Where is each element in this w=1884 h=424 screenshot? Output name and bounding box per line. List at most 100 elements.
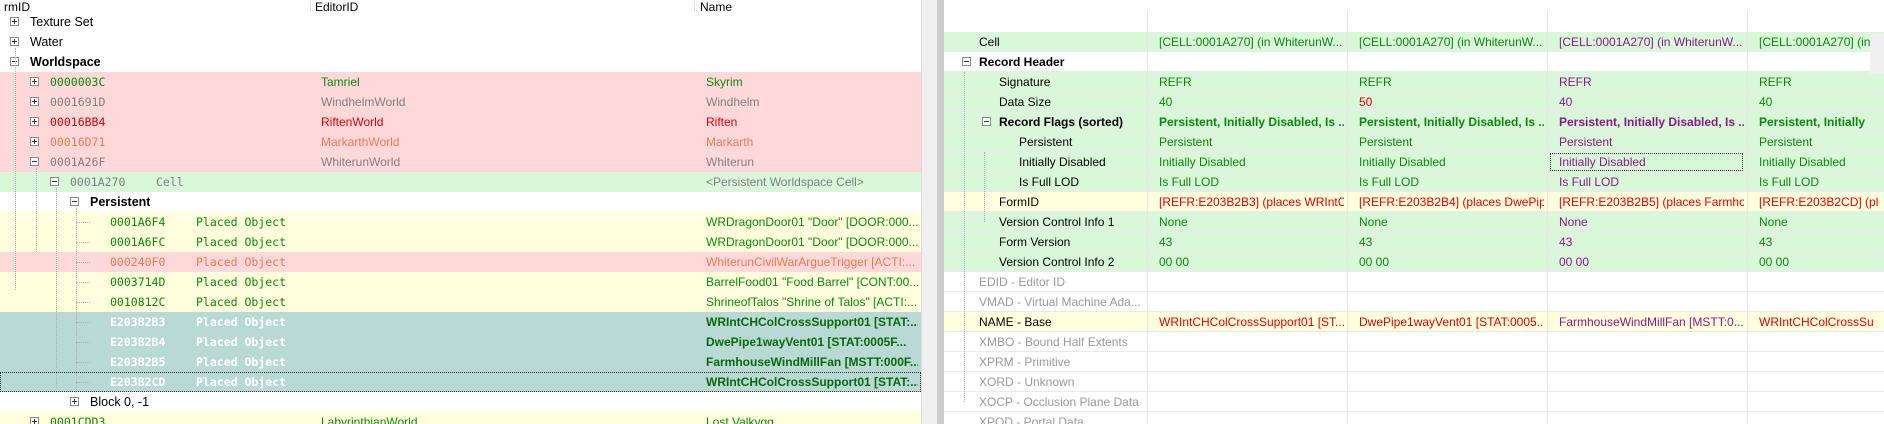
field-value[interactable]: [CELL:0001A270] (in WhiterunW... [1759, 32, 1884, 52]
collapse-icon[interactable] [70, 197, 79, 206]
tree-row[interactable]: 000240F0 Placed Object WhiterunCivilWarArg… [0, 252, 921, 272]
tree-row[interactable]: 00016BB4 RiftenWorld Riften [0, 112, 921, 132]
tree-row[interactable]: 0000003C Tamriel Skyrim [0, 72, 921, 92]
field-value[interactable]: Persistent, Initially Disabled, Is ... [1159, 112, 1344, 132]
tree-row[interactable]: Persistent [0, 192, 921, 212]
record-field-row[interactable]: NAME - Base WRIntCHColCrossSupport01 [ST.… [944, 312, 1884, 332]
expand-icon[interactable] [30, 137, 39, 146]
expand-icon[interactable] [70, 397, 79, 406]
record-field-row[interactable]: XMBO - Bound Half Extents [944, 332, 1884, 352]
tree-row[interactable]: 0001A6FC Placed Object WRDragonDoor01 "Doo… [0, 232, 921, 252]
field-value[interactable]: Persistent, Initially Disabled, Is ... [1359, 112, 1544, 132]
field-value[interactable]: 40 [1159, 92, 1344, 112]
tree-row[interactable]: E203B2B4 Placed Object DwePipe1wayVent01 [… [0, 332, 921, 352]
expand-icon[interactable] [30, 417, 39, 424]
field-value[interactable]: REFR [1759, 72, 1884, 92]
field-value[interactable]: Is Full LOD [1359, 172, 1544, 192]
tree-row[interactable]: 00016D71 MarkarthWorld Markarth [0, 132, 921, 152]
record-field-row[interactable]: Record Flags (sorted) Persistent, Initial… [944, 112, 1884, 132]
tree-row[interactable]: Texture Set [0, 12, 921, 32]
expand-icon[interactable] [10, 37, 19, 46]
record-tree-panel[interactable]: rmID EditorID Name Texture Set Water World… [0, 0, 921, 424]
record-field-row[interactable]: Is Full LOD Is Full LOD Is Full LOD Is Full… [944, 172, 1884, 192]
tree-row[interactable]: Block 0, -1 [0, 392, 921, 412]
field-value[interactable]: [CELL:0001A270] (in WhiterunW... [1359, 32, 1544, 52]
tree-scrollbar[interactable] [937, 0, 944, 424]
field-value[interactable]: None [1359, 212, 1544, 232]
field-value[interactable]: None [1759, 212, 1884, 232]
field-value[interactable]: Persistent [1159, 132, 1344, 152]
expand-icon[interactable] [30, 97, 39, 106]
record-view-panel[interactable]: Cell [CELL:0001A270] (in WhiterunW... [CEL… [944, 0, 1884, 424]
record-field-row[interactable]: Version Control Info 2 00 00 00 00 00 00 00 … [944, 252, 1884, 272]
field-value[interactable]: Persistent, Initially Disabled, Is ... [1559, 112, 1744, 132]
field-value[interactable]: [CELL:0001A270] (in WhiterunW... [1159, 32, 1344, 52]
field-value[interactable]: Is Full LOD [1759, 172, 1884, 192]
field-value[interactable]: 00 00 [1159, 252, 1344, 272]
record-field-row[interactable]: Data Size 40 50 40 40 [944, 92, 1884, 112]
field-value[interactable]: [CELL:0001A270] (in WhiterunW... [1559, 32, 1744, 52]
field-value[interactable]: Initially Disabled [1549, 152, 1744, 172]
record-field-row[interactable]: Persistent Persistent Persistent Persistent… [944, 132, 1884, 152]
tree-row[interactable]: E203B2CD Placed Object WRIntCHColCrossSupp… [0, 372, 921, 392]
field-value[interactable]: Initially Disabled [1159, 152, 1344, 172]
record-field-row[interactable]: Initially Disabled Initially Disabled Init… [944, 152, 1884, 172]
field-value[interactable]: Persistent [1359, 132, 1544, 152]
tree-row[interactable]: 0001A270 Cell <Persistent Worldspace Cell> [0, 172, 921, 192]
tree-row[interactable]: Water [0, 32, 921, 52]
field-value[interactable]: Persistent [1759, 132, 1884, 152]
field-value[interactable]: 50 [1359, 92, 1544, 112]
record-field-row[interactable]: Cell [CELL:0001A270] (in WhiterunW... [CEL… [944, 32, 1884, 52]
field-value[interactable]: Initially Disabled [1759, 152, 1884, 172]
tree-row[interactable]: 0010812C Placed Object ShrineofTalos "Shri… [0, 292, 921, 312]
field-value[interactable]: 00 00 [1759, 252, 1884, 272]
field-value[interactable]: [REFR:E203B2CD] (pl [1759, 192, 1884, 212]
expand-icon[interactable] [30, 77, 39, 86]
field-value[interactable]: 43 [1559, 232, 1744, 252]
field-value[interactable]: Initially Disabled [1359, 152, 1544, 172]
record-field-row[interactable]: XPOD - Portal Data [944, 412, 1884, 424]
tree-row[interactable]: 0001A26F WhiterunWorld Whiterun [0, 152, 921, 172]
field-value[interactable]: Is Full LOD [1159, 172, 1344, 192]
field-value[interactable]: None [1159, 212, 1344, 232]
field-value[interactable]: Is Full LOD [1559, 172, 1744, 192]
record-field-row[interactable]: XOCP - Occlusion Plane Data [944, 392, 1884, 412]
field-value[interactable]: 40 [1559, 92, 1744, 112]
collapse-icon[interactable] [30, 157, 39, 166]
field-value[interactable]: REFR [1159, 72, 1344, 92]
field-value[interactable]: [REFR:E203B2B3] (places WRIntC... [1159, 192, 1344, 212]
tree-row[interactable]: E203B2B3 Placed Object WRIntCHColCrossSupp… [0, 312, 921, 332]
field-value[interactable]: 43 [1359, 232, 1544, 252]
record-field-row[interactable]: FormID [REFR:E203B2B3] (places WRIntC... [… [944, 192, 1884, 212]
collapse-icon[interactable] [50, 177, 59, 186]
field-value[interactable]: 00 00 [1359, 252, 1544, 272]
field-value[interactable]: REFR [1559, 72, 1744, 92]
record-field-row[interactable]: Form Version 43 43 43 43 [944, 232, 1884, 252]
record-field-row[interactable]: VMAD - Virtual Machine Ada... [944, 292, 1884, 312]
record-field-row[interactable]: Version Control Info 1 None None None None [944, 212, 1884, 232]
field-value[interactable]: WRIntCHColCrossSu [1759, 312, 1884, 332]
field-value[interactable]: 43 [1159, 232, 1344, 252]
tree-row[interactable]: 0001CDD3 LabyrinthianWorld Lost Valkygg [0, 412, 921, 424]
field-value[interactable]: WRIntCHColCrossSupport01 [ST... [1159, 312, 1344, 332]
field-value[interactable]: 43 [1759, 232, 1884, 252]
expand-icon[interactable] [30, 117, 39, 126]
record-field-row[interactable]: XPRM - Primitive [944, 352, 1884, 372]
field-value[interactable]: [REFR:E203B2B5] (places Farmho... [1559, 192, 1744, 212]
field-value[interactable]: 40 [1759, 92, 1884, 112]
field-value[interactable]: 00 00 [1559, 252, 1744, 272]
collapse-icon[interactable] [982, 117, 991, 126]
field-value[interactable]: Persistent, Initially [1759, 112, 1884, 132]
tree-row[interactable]: 0003714D Placed Object BarrelFood01 "Food … [0, 272, 921, 292]
field-value[interactable]: FarmhouseWindMillFan [MSTT:0... [1559, 312, 1744, 332]
tree-row[interactable]: 0001A6F4 Placed Object WRDragonDoor01 "Doo… [0, 212, 921, 232]
expand-icon[interactable] [10, 17, 19, 26]
tree-row[interactable]: Worldspace [0, 52, 921, 72]
field-value[interactable]: Persistent [1559, 132, 1744, 152]
tree-row[interactable]: E203B2B5 Placed Object FarmhouseWindMillFa… [0, 352, 921, 372]
record-field-row[interactable]: Signature REFR REFR REFR REFR [944, 72, 1884, 92]
record-field-row[interactable]: XORD - Unknown [944, 372, 1884, 392]
scrollbar-thumb[interactable] [937, 0, 944, 424]
field-value[interactable]: [REFR:E203B2B4] (places DwePip... [1359, 192, 1544, 212]
record-field-row[interactable]: EDID - Editor ID [944, 272, 1884, 292]
